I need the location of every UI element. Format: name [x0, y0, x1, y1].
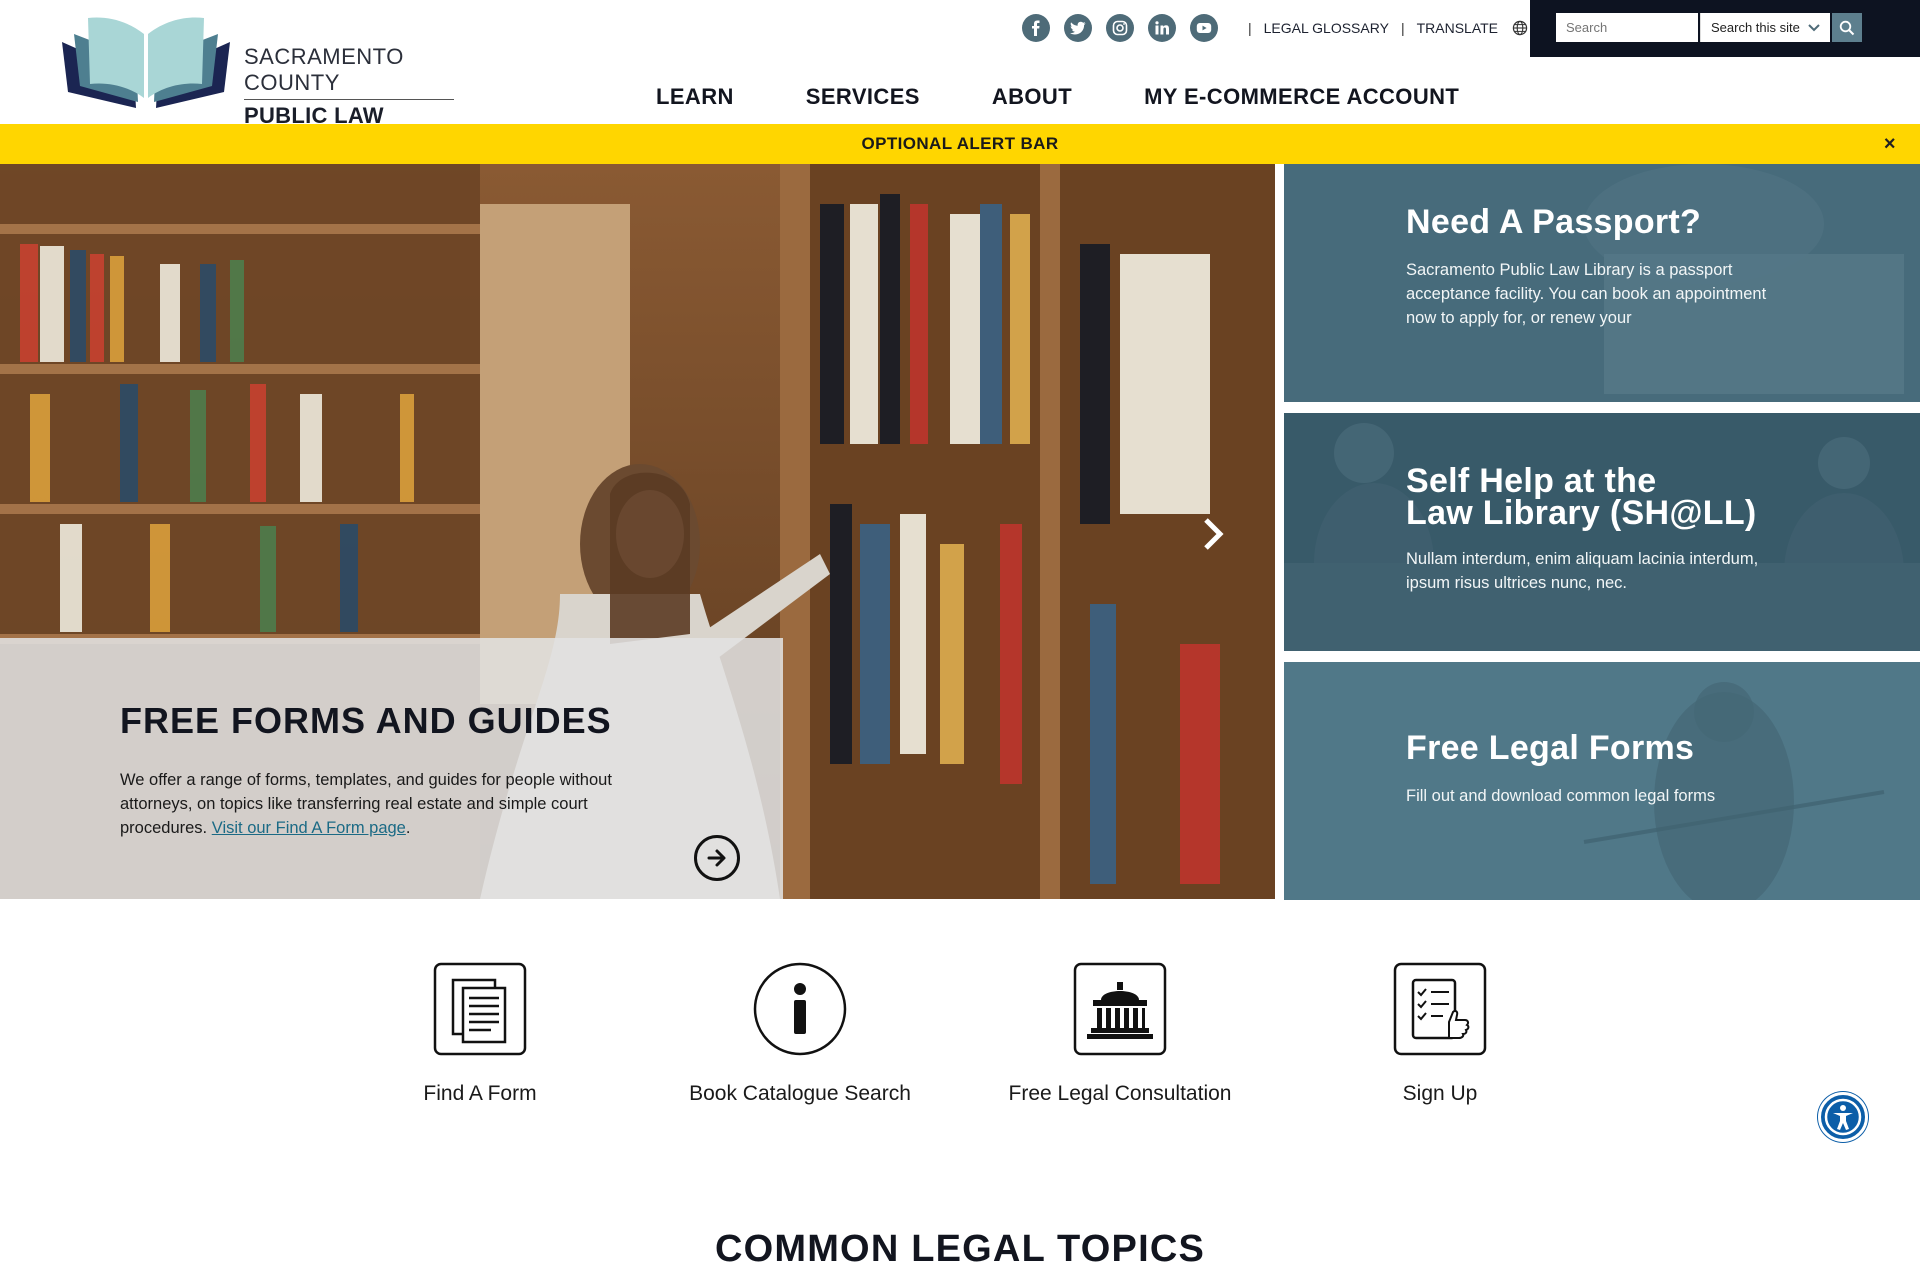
- site-header: SACRAMENTO COUNTY PUBLIC LAW LIBRARY | L…: [0, 0, 1920, 154]
- main-navigation: LEARN SERVICES ABOUT MY E-COMMERCE ACCOU…: [656, 84, 1531, 110]
- passport-card-body: Sacramento Public Law Library is a passp…: [1406, 261, 1767, 327]
- courthouse-icon: [1073, 962, 1167, 1056]
- accessibility-button[interactable]: [1818, 1092, 1868, 1142]
- common-legal-topics-heading: COMMON LEGAL TOPICS: [714, 1228, 1206, 1270]
- quick-links: Find A Form Book Catalogue Search Free L…: [0, 960, 1920, 1140]
- nav-about[interactable]: ABOUT: [992, 84, 1072, 110]
- search-input[interactable]: [1556, 13, 1698, 42]
- chevron-down-icon: [1808, 23, 1820, 31]
- free-legal-consultation-tile[interactable]: Free Legal Consultation: [960, 960, 1280, 1106]
- find-a-form-link[interactable]: Visit our Find A Form page: [212, 819, 406, 837]
- free-legal-consultation-label: Free Legal Consultation: [1008, 1082, 1232, 1105]
- hero-read-more-button[interactable]: [694, 835, 740, 881]
- find-a-form-tile[interactable]: Find A Form: [320, 960, 640, 1106]
- instagram-icon[interactable]: [1106, 14, 1134, 42]
- self-help-card[interactable]: Self Help at the Law Library (SH@LL) Null…: [1284, 413, 1920, 651]
- book-catalogue-search-tile[interactable]: Book Catalogue Search: [640, 960, 960, 1106]
- self-help-title-line-2: Law Library (SH@LL): [1406, 494, 1757, 532]
- passport-card[interactable]: Need A Passport? Sacramento Public Law L…: [1284, 164, 1920, 402]
- info-icon: [753, 962, 847, 1056]
- chevron-right-icon: [1204, 518, 1224, 550]
- open-book-logo-icon: [62, 17, 230, 108]
- slider-next-button[interactable]: [1200, 514, 1226, 559]
- self-help-card-title: Self Help at the Law Library (SH@LL): [1406, 462, 1757, 532]
- arrow-right-icon: [707, 849, 726, 867]
- lady-justice-background: [1284, 662, 1920, 900]
- search-icon: [1839, 20, 1855, 35]
- hero-body: We offer a range of forms, templates, an…: [120, 768, 620, 840]
- youtube-icon[interactable]: [1190, 14, 1218, 42]
- separator: |: [1400, 20, 1405, 36]
- hero-title: FREE FORMS AND GUIDES: [120, 700, 612, 741]
- search-button[interactable]: [1832, 13, 1862, 42]
- alert-text: OPTIONAL ALERT BAR: [861, 134, 1059, 153]
- site-logo[interactable]: SACRAMENTO COUNTY PUBLIC LAW LIBRARY: [56, 14, 456, 154]
- document-icon: [433, 962, 527, 1056]
- social-links: [1022, 14, 1232, 42]
- free-legal-forms-title: Free Legal Forms: [1406, 729, 1695, 767]
- self-help-title-line-1: Self Help at the: [1406, 462, 1657, 500]
- nav-learn[interactable]: LEARN: [656, 84, 734, 110]
- book-catalogue-search-label: Book Catalogue Search: [689, 1082, 911, 1105]
- search-scope-value: Search this site: [1711, 20, 1800, 35]
- hero-slider: FREE FORMS AND GUIDES We offer a range o…: [0, 164, 1275, 899]
- logo-divider: [244, 99, 454, 100]
- separator: |: [1248, 20, 1252, 36]
- free-legal-forms-body: Fill out and download common legal forms: [1406, 787, 1716, 805]
- alert-close-button[interactable]: ×: [1884, 133, 1896, 156]
- alert-bar: OPTIONAL ALERT BAR ×: [0, 124, 1920, 164]
- nav-ecommerce-account[interactable]: MY E-COMMERCE ACCOUNT: [1144, 84, 1459, 110]
- nav-services[interactable]: SERVICES: [806, 84, 920, 110]
- legal-glossary-link[interactable]: LEGAL GLOSSARY: [1264, 20, 1389, 36]
- self-help-card-background: [1284, 413, 1920, 651]
- globe-icon[interactable]: [1512, 20, 1528, 36]
- search-scope-select[interactable]: Search this site: [1700, 13, 1830, 42]
- linkedin-icon[interactable]: [1148, 14, 1176, 42]
- sign-up-tile[interactable]: Sign Up: [1280, 960, 1600, 1106]
- search-panel: Search this site: [1530, 0, 1920, 57]
- facebook-icon[interactable]: [1022, 14, 1050, 42]
- logo-line-1: SACRAMENTO COUNTY: [244, 44, 404, 95]
- twitter-icon[interactable]: [1064, 14, 1092, 42]
- translate-link[interactable]: TRANSLATE: [1417, 20, 1498, 36]
- find-a-form-label: Find A Form: [423, 1082, 537, 1105]
- hero-body-suffix: .: [405, 819, 411, 837]
- self-help-card-body: Nullam interdum, enim aliquam lacinia in…: [1406, 550, 1759, 592]
- checklist-thumbs-up-icon: [1393, 962, 1487, 1056]
- accessibility-icon: [1824, 1098, 1862, 1136]
- free-legal-forms-card[interactable]: Free Legal Forms Fill out and download c…: [1284, 662, 1920, 900]
- passport-card-title: Need A Passport?: [1406, 203, 1702, 241]
- sign-up-label: Sign Up: [1402, 1082, 1478, 1105]
- utility-links: | LEGAL GLOSSARY | TRANSLATE: [1236, 20, 1528, 36]
